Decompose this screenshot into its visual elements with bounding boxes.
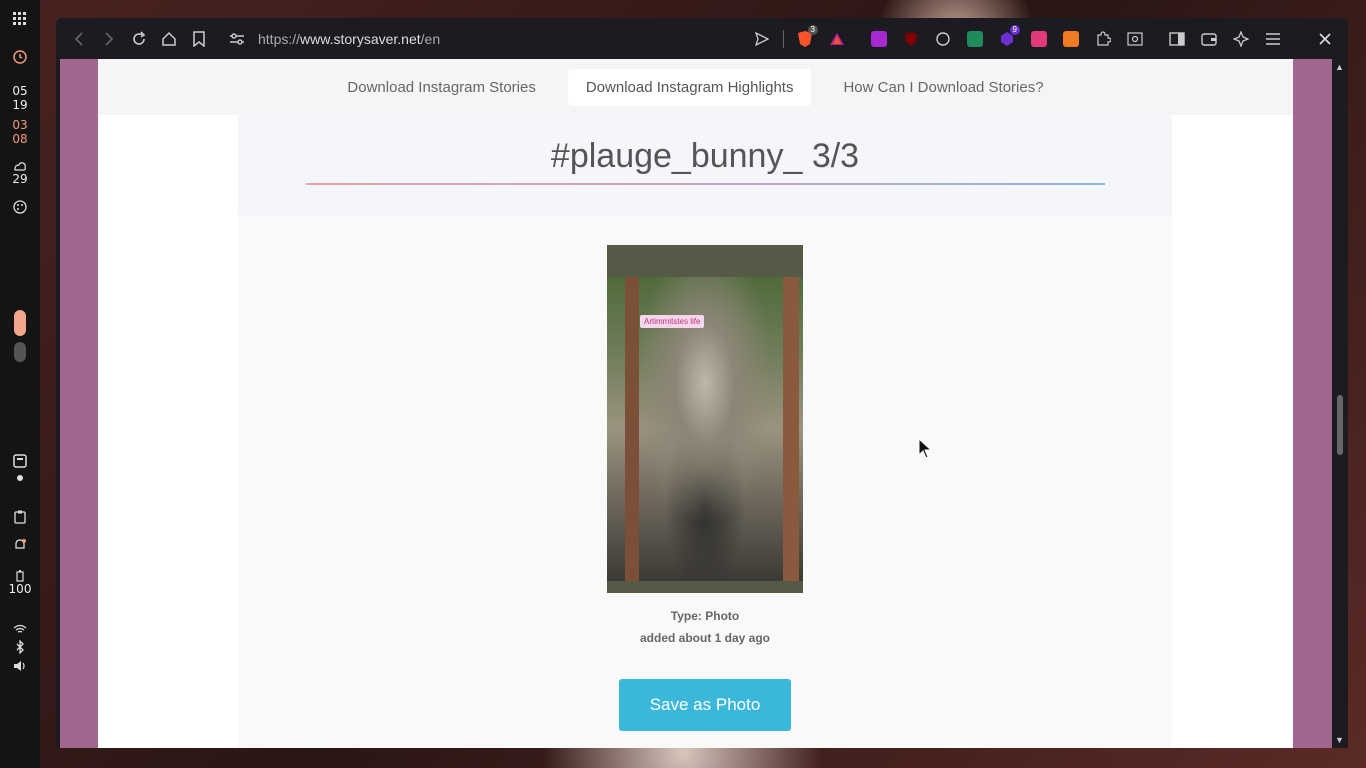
system-rail: 05 19 03 08 29 100 bbox=[0, 0, 40, 768]
date-day: 08 bbox=[12, 132, 28, 146]
extension-badge: 9 bbox=[1009, 24, 1020, 35]
tab-how-to-download[interactable]: How Can I Download Stories? bbox=[825, 69, 1061, 106]
scroll-up-arrow[interactable]: ▲ bbox=[1335, 62, 1344, 72]
tab-download-stories[interactable]: Download Instagram Stories bbox=[329, 69, 553, 106]
notification-bell-icon[interactable] bbox=[0, 538, 40, 552]
nav-tabs: Download Instagram Stories Download Inst… bbox=[98, 59, 1293, 115]
wifi-icon[interactable] bbox=[0, 624, 40, 634]
toolbar-divider bbox=[783, 29, 784, 48]
tab-download-highlights[interactable]: Download Instagram Highlights bbox=[567, 68, 812, 106]
url-host: www.storysaver.net bbox=[300, 30, 421, 47]
send-icon[interactable] bbox=[747, 24, 777, 54]
battery-level: 100 bbox=[8, 582, 32, 596]
title-underline bbox=[306, 183, 1105, 185]
scrollbar-thumb[interactable] bbox=[1337, 395, 1343, 455]
story-sticker: Artimmitstes life bbox=[640, 315, 705, 328]
story-header: #plauge_bunny_ 3/3 bbox=[238, 115, 1172, 215]
save-as-photo-button[interactable]: Save as Photo bbox=[619, 679, 791, 731]
volume-slider-fill bbox=[14, 310, 26, 336]
brightness-slider[interactable] bbox=[14, 342, 26, 362]
back-button[interactable] bbox=[64, 24, 94, 54]
speaker-icon[interactable] bbox=[0, 660, 40, 672]
date-month: 03 bbox=[12, 118, 28, 132]
site-settings-icon[interactable] bbox=[222, 24, 252, 54]
brave-rewards-icon[interactable] bbox=[822, 24, 852, 54]
page-viewport: Download Instagram Stories Download Inst… bbox=[60, 59, 1332, 748]
url-path: /en bbox=[420, 30, 441, 47]
photo-tree-right bbox=[783, 277, 799, 581]
brave-shields-icon[interactable]: 3 bbox=[790, 24, 820, 54]
weather-temp: 29 bbox=[12, 172, 28, 186]
photo-tree-left bbox=[625, 277, 639, 581]
ublock-origin-icon[interactable] bbox=[896, 24, 926, 54]
brave-badge: 3 bbox=[807, 24, 818, 35]
close-window-icon[interactable] bbox=[1310, 24, 1340, 54]
translate-icon[interactable] bbox=[1024, 24, 1054, 54]
mouse-cursor-icon bbox=[918, 437, 933, 465]
leo-ai-icon[interactable] bbox=[1226, 24, 1256, 54]
clipboard-icon[interactable] bbox=[0, 510, 40, 524]
page-scrollbar[interactable]: ▲ ▼ bbox=[1332, 59, 1348, 748]
brightness-icon[interactable] bbox=[0, 472, 40, 484]
forward-button[interactable] bbox=[94, 24, 124, 54]
clock-minute: 19 bbox=[12, 98, 28, 112]
clock-hour: 05 bbox=[12, 84, 28, 98]
story-panel: #plauge_bunny_ 3/3 Artimmitstes life Typ… bbox=[238, 115, 1172, 748]
scroll-down-arrow[interactable]: ▼ bbox=[1335, 735, 1344, 745]
url-scheme: https:// bbox=[258, 30, 301, 47]
menu-icon[interactable] bbox=[1258, 24, 1288, 54]
extension-purple-icon[interactable] bbox=[864, 24, 894, 54]
find-in-page-icon[interactable] bbox=[1120, 24, 1150, 54]
extension-s-icon[interactable] bbox=[960, 24, 990, 54]
bookmark-button[interactable] bbox=[184, 24, 214, 54]
page-container: Download Instagram Stories Download Inst… bbox=[98, 59, 1293, 748]
extension-hexagon-icon[interactable]: 9 bbox=[992, 24, 1022, 54]
weather-icon bbox=[0, 160, 40, 172]
sidebar-toggle-icon[interactable] bbox=[1162, 24, 1192, 54]
alarm-icon[interactable] bbox=[0, 48, 40, 64]
palette-icon[interactable] bbox=[0, 200, 40, 214]
story-type-label: Type: Photo bbox=[670, 609, 740, 623]
story-image[interactable]: Artimmitstes life bbox=[607, 245, 803, 593]
home-button[interactable] bbox=[154, 24, 184, 54]
battery-icon bbox=[0, 570, 40, 582]
address-bar[interactable]: https://www.storysaver.net/en bbox=[258, 31, 440, 47]
extensions-bar: 3 9 bbox=[747, 18, 1340, 59]
rss-icon[interactable] bbox=[1056, 24, 1086, 54]
browser-window: https://www.storysaver.net/en 3 9 Downlo… bbox=[56, 18, 1348, 748]
browser-toolbar: https://www.storysaver.net/en 3 9 bbox=[56, 18, 1348, 59]
story-title: #plauge_bunny_ 3/3 bbox=[550, 137, 860, 175]
screenshot-icon[interactable] bbox=[0, 454, 40, 468]
extension-mask-icon[interactable] bbox=[928, 24, 958, 54]
reload-button[interactable] bbox=[124, 24, 154, 54]
story-added-label: added about 1 day ago bbox=[639, 631, 771, 645]
volume-slider[interactable] bbox=[0, 310, 40, 362]
extensions-puzzle-icon[interactable] bbox=[1088, 24, 1118, 54]
bluetooth-icon[interactable] bbox=[0, 640, 40, 654]
apps-grid-icon[interactable] bbox=[0, 12, 40, 26]
wallet-icon[interactable] bbox=[1194, 24, 1224, 54]
